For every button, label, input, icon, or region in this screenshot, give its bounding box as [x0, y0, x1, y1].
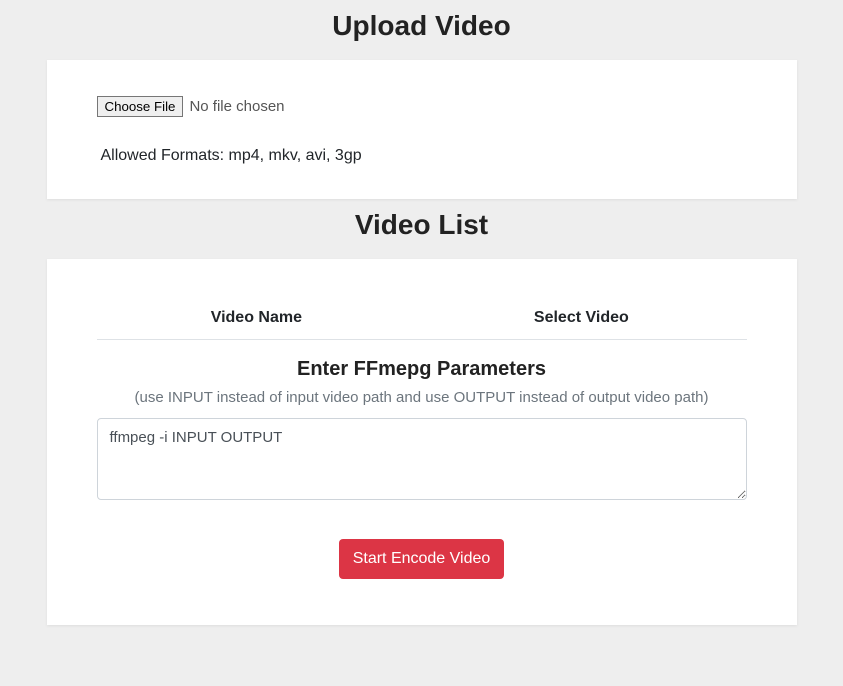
table-header-row: Video Name Select Video: [97, 299, 747, 340]
upload-video-heading: Upload Video: [47, 10, 797, 42]
file-chosen-status: No file chosen: [189, 98, 284, 115]
video-table: Video Name Select Video: [97, 299, 747, 340]
choose-file-button[interactable]: Choose File: [97, 96, 184, 117]
video-list-card: Video Name Select Video Enter FFmepg Par…: [47, 259, 797, 625]
col-select-video: Select Video: [416, 299, 746, 340]
start-encode-button[interactable]: Start Encode Video: [339, 539, 505, 579]
video-list-heading: Video List: [47, 209, 797, 241]
encode-button-row: Start Encode Video: [97, 539, 747, 579]
allowed-formats-text: Allowed Formats: mp4, mkv, avi, 3gp: [101, 147, 747, 165]
upload-card: Choose File No file chosen Allowed Forma…: [47, 60, 797, 199]
ffmpeg-params-heading: Enter FFmepg Parameters: [97, 358, 747, 381]
ffmpeg-hint: (use INPUT instead of input video path a…: [97, 389, 747, 406]
col-video-name: Video Name: [97, 299, 417, 340]
ffmpeg-params-input[interactable]: [97, 418, 747, 500]
file-input-row: Choose File No file chosen: [97, 96, 747, 117]
